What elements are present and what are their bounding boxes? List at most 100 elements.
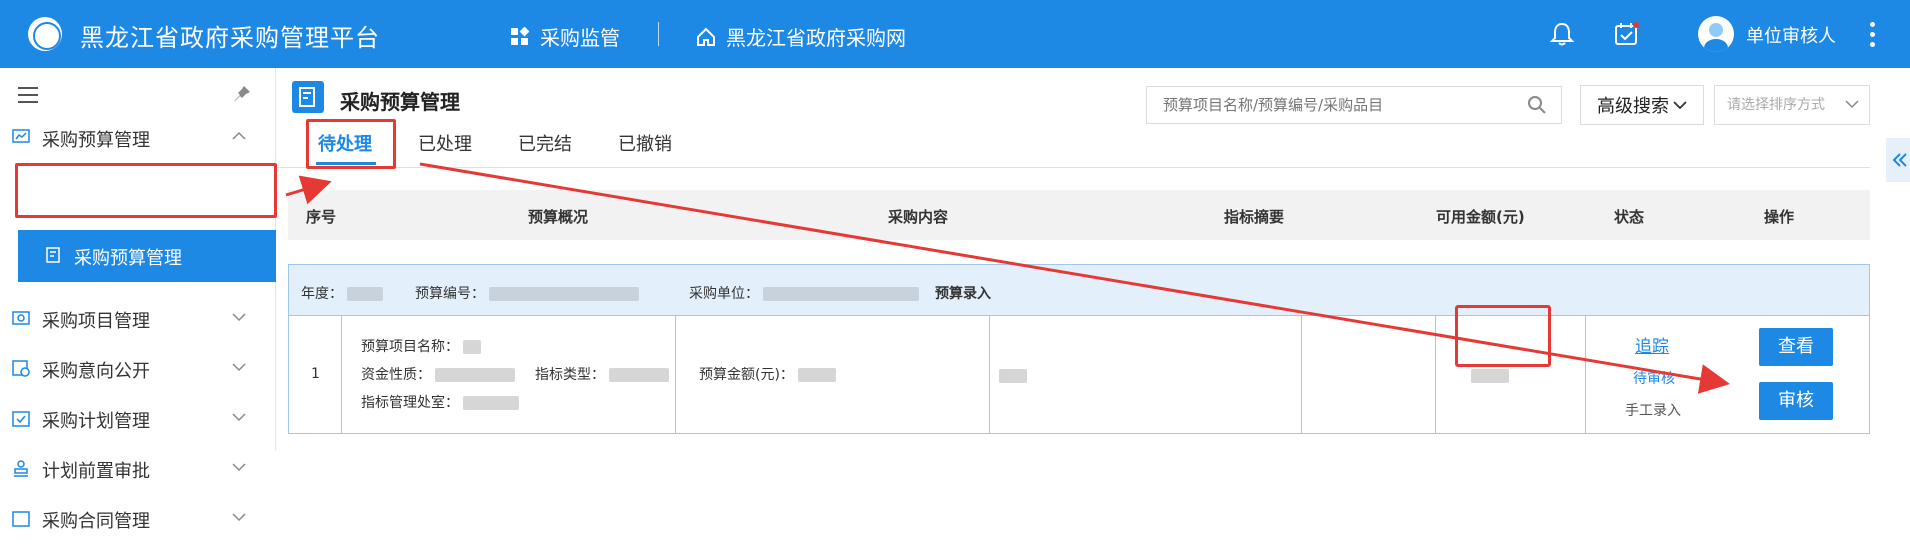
- sidebar-item-label: 采购预算管理: [42, 130, 150, 151]
- advanced-search-button[interactable]: 高级搜索: [1580, 85, 1704, 125]
- unit-label: 采购单位：: [689, 286, 759, 302]
- app-logo-icon: [28, 17, 62, 51]
- main-content: 采购预算管理 高级搜索 请选择排序方式 待处理 已处理 已完结 已撤销 序号 预…: [276, 68, 1910, 450]
- cell-divider: [1301, 316, 1302, 433]
- budget-no-field: 预算编号：: [415, 283, 639, 303]
- sidebar-item-label: 采购意向公开: [42, 361, 150, 382]
- search-icon[interactable]: [1527, 95, 1547, 115]
- fund-nature-label: 资金性质：: [361, 367, 431, 383]
- grid-icon: [511, 26, 530, 45]
- sidebar-item-label: 计划前置审批: [42, 461, 150, 482]
- sidebar: 采购预算管理 采购预算管理 采购项目管理 采购意向公开 采购计划管理 计划前置审…: [0, 68, 276, 532]
- panel-collapse-handle[interactable]: [1886, 138, 1910, 182]
- table-header: 序号 预算概况 采购内容 指标摘要 可用金额(元) 状态 操作: [288, 190, 1870, 240]
- chevron-up-icon: [232, 131, 246, 140]
- search-box: [1146, 86, 1562, 124]
- cell-divider: [989, 316, 990, 433]
- status-tabs: [276, 128, 1870, 168]
- user-name[interactable]: 单位审核人: [1746, 22, 1836, 48]
- indicator-summary-value: [995, 368, 1027, 384]
- tab-revoked[interactable]: 已撤销: [618, 130, 672, 156]
- hamburger-menu-icon[interactable]: [18, 86, 38, 104]
- th-operation: 操作: [1764, 208, 1795, 226]
- cell-divider: [341, 316, 342, 433]
- entry-mode: 手工录入: [1625, 403, 1681, 419]
- table-row: 1 预算项目名称： 资金性质： 指标类型： 指标管理处室： 预算金额(元)： 追…: [288, 316, 1870, 434]
- review-button[interactable]: 审核: [1759, 382, 1833, 420]
- redacted-value: [1471, 369, 1509, 383]
- indicator-type-field: 指标类型：: [535, 364, 669, 384]
- nav-item-procurement-website[interactable]: 黑龙江省政府采购网: [696, 22, 906, 51]
- chevron-down-icon: [232, 513, 246, 522]
- year-label: 年度：: [301, 286, 343, 302]
- sidebar-item-intention-disclosure[interactable]: 采购意向公开: [0, 344, 276, 394]
- tab-processed[interactable]: 已处理: [418, 130, 472, 156]
- home-icon: [697, 27, 715, 46]
- chevron-down-icon: [232, 363, 246, 372]
- redacted-value: [609, 368, 669, 382]
- avatar[interactable]: [1698, 16, 1734, 52]
- redacted-value: [347, 287, 383, 301]
- edit-doc-icon: [46, 247, 60, 263]
- th-purchase-content: 采购内容: [888, 208, 949, 226]
- entry-type: 预算录入: [935, 286, 991, 302]
- budget-amount-label: 预算金额(元)：: [699, 367, 794, 383]
- sort-select[interactable]: 请选择排序方式: [1714, 85, 1870, 125]
- th-available-amount: 可用金额(元): [1436, 208, 1525, 226]
- chevron-down-icon: [232, 463, 246, 472]
- sidebar-subitem-budget-management[interactable]: 采购预算管理: [18, 230, 276, 282]
- chevron-down-icon: [232, 313, 246, 322]
- annotation-highlight-sidebar: [15, 163, 277, 218]
- annotation-highlight-review: [1455, 305, 1551, 367]
- chevron-down-icon: [1845, 100, 1859, 109]
- sidebar-item-label: 采购计划管理: [42, 411, 150, 432]
- nav-item-procurement-supervision[interactable]: 采购监管: [510, 22, 620, 51]
- chevron-down-icon: [232, 413, 246, 422]
- contract-icon: [12, 511, 30, 527]
- sidebar-item-pre-approval[interactable]: 计划前置审批: [0, 444, 276, 494]
- redacted-value: [999, 369, 1027, 383]
- cell-divider: [1435, 316, 1436, 433]
- top-bar: 黑龙江省政府采购管理平台 采购监管 黑龙江省政府采购网 单位审核人: [0, 0, 1910, 68]
- budget-no-label: 预算编号：: [415, 286, 485, 302]
- record-group-header: 年度： 预算编号： 采购单位： 预算录入: [288, 264, 1870, 316]
- search-input[interactable]: [1147, 87, 1517, 123]
- sidebar-item-label: 采购合同管理: [42, 511, 150, 532]
- project-name-field: 预算项目名称：: [361, 336, 481, 356]
- indicator-office-label: 指标管理处室：: [361, 395, 459, 411]
- budget-amount-field: 预算金额(元)：: [699, 364, 836, 384]
- tab-completed[interactable]: 已完结: [518, 130, 572, 156]
- sidebar-item-project-management[interactable]: 采购项目管理: [0, 294, 276, 344]
- row-index: 1: [311, 366, 320, 382]
- pin-icon[interactable]: [232, 84, 252, 104]
- track-link[interactable]: 追踪: [1635, 332, 1669, 357]
- chevron-down-icon: [1673, 101, 1687, 110]
- sidebar-item-label: 采购预算管理: [74, 248, 182, 269]
- status-badge: 待审核: [1633, 371, 1675, 387]
- th-status: 状态: [1614, 208, 1645, 226]
- th-index: 序号: [306, 208, 337, 226]
- redacted-value: [489, 287, 639, 301]
- announcement-icon: [12, 360, 30, 377]
- redacted-value: [797, 368, 836, 382]
- annotation-highlight-tab: [306, 119, 396, 169]
- nav-item-label: 黑龙江省政府采购网: [726, 26, 906, 50]
- view-button[interactable]: 查看: [1759, 328, 1833, 366]
- indicator-office-field: 指标管理处室：: [361, 392, 519, 412]
- redacted-value: [435, 368, 515, 382]
- sidebar-item-budget-management[interactable]: 采购预算管理: [0, 113, 276, 163]
- project-name-label: 预算项目名称：: [361, 339, 459, 355]
- bell-icon[interactable]: [1548, 20, 1576, 48]
- double-chevron-left-icon: [1892, 153, 1907, 167]
- unit-field: 采购单位：: [689, 283, 919, 303]
- sidebar-item-contract-management[interactable]: 采购合同管理: [0, 494, 276, 544]
- redacted-value: [463, 340, 481, 354]
- sidebar-item-plan-management[interactable]: 采购计划管理: [0, 394, 276, 444]
- task-check-icon[interactable]: [1612, 20, 1640, 48]
- nav-item-label: 采购监管: [540, 26, 620, 50]
- redacted-value: [763, 287, 919, 301]
- cell-divider: [675, 316, 676, 433]
- page-edit-icon: [292, 81, 324, 113]
- th-indicator-summary: 指标摘要: [1224, 208, 1285, 226]
- more-vertical-icon[interactable]: [1868, 22, 1876, 48]
